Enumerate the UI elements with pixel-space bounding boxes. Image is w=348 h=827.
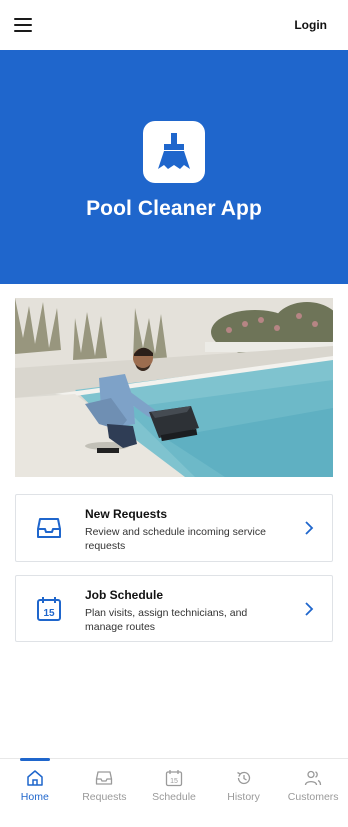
- tab-customers[interactable]: Customers: [278, 759, 348, 827]
- job-schedule-card[interactable]: 15 Job Schedule Plan visits, assign tech…: [15, 575, 333, 642]
- tab-history[interactable]: History: [209, 759, 279, 827]
- hero-photo: [15, 298, 333, 477]
- app-title: Pool Cleaner App: [86, 197, 262, 220]
- card-description: Plan visits, assign technicians, and man…: [85, 607, 248, 633]
- hero-banner: Pool Cleaner App: [0, 50, 348, 284]
- tab-label: Home: [20, 791, 49, 803]
- tab-home[interactable]: Home: [0, 758, 70, 827]
- tab-schedule[interactable]: 15 Schedule: [139, 759, 209, 827]
- people-icon: [305, 770, 322, 786]
- chevron-right-icon: [305, 602, 314, 616]
- calendar-icon: 15: [37, 597, 61, 621]
- history-icon: [236, 771, 250, 785]
- svg-text:15: 15: [43, 608, 55, 619]
- tab-label: History: [227, 791, 260, 803]
- tab-requests[interactable]: Requests: [70, 759, 140, 827]
- inbox-tray-icon: [96, 771, 113, 785]
- home-icon: [27, 770, 43, 786]
- card-title: Job Schedule: [85, 588, 164, 602]
- card-title: New Requests: [85, 507, 168, 521]
- tab-label: Schedule: [152, 791, 196, 803]
- svg-text:15: 15: [170, 778, 178, 785]
- app-logo: [143, 121, 205, 183]
- tab-label: Customers: [287, 791, 339, 803]
- card-description: Review and schedule incoming service req…: [85, 526, 266, 552]
- new-requests-card[interactable]: New Requests Review and schedule incomin…: [15, 494, 333, 562]
- active-tab-indicator: [19, 758, 50, 761]
- bottom-tab-bar: Home Requests 15 Schedule History Custom…: [0, 758, 348, 827]
- top-bar: Login: [0, 0, 348, 50]
- tab-label: Requests: [82, 791, 127, 803]
- hamburger-menu-icon[interactable]: [14, 18, 32, 32]
- login-button[interactable]: Login: [294, 18, 327, 32]
- chevron-right-icon: [305, 521, 314, 535]
- inbox-tray-icon: [37, 518, 61, 538]
- calendar-icon: 15: [165, 770, 183, 787]
- broom-icon: [158, 133, 190, 169]
